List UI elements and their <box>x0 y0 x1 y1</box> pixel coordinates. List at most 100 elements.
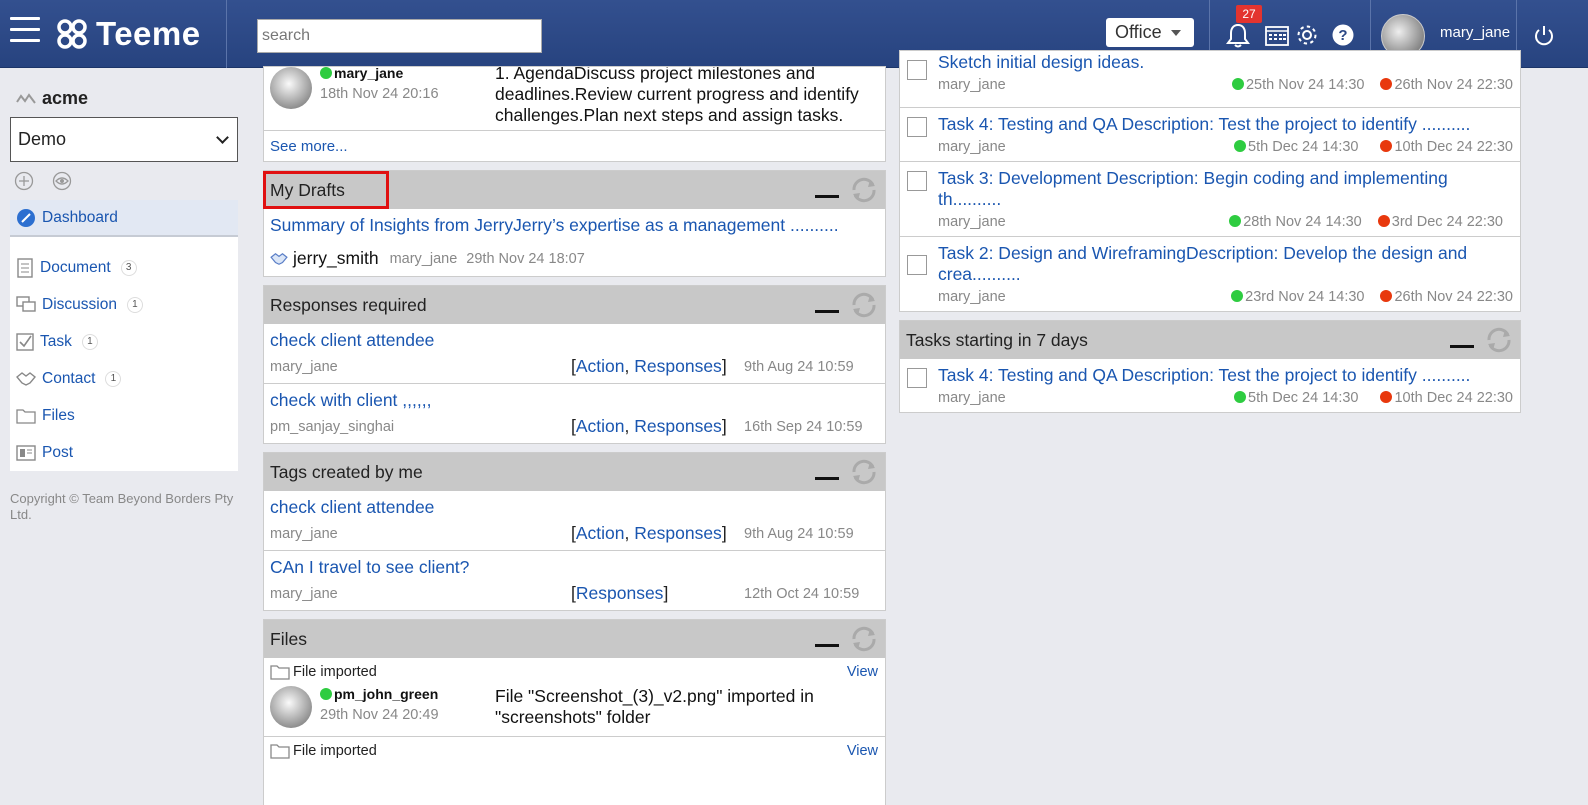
post-user[interactable]: mary_jane <box>334 67 403 81</box>
document-icon <box>17 257 33 278</box>
tag-action-link[interactable]: Action <box>576 523 625 543</box>
sidebar-item-dashboard[interactable]: Dashboard <box>10 200 238 237</box>
online-status-dot <box>320 688 332 700</box>
task-title[interactable]: Task 3: Development Description: Begin c… <box>938 168 1513 210</box>
task-title[interactable]: Task 4: Testing and QA Description: Test… <box>938 114 1513 135</box>
tag-responses-link[interactable]: Responses <box>634 416 722 436</box>
svg-text:?: ? <box>1338 27 1347 44</box>
start-dot <box>1231 290 1244 302</box>
draft-title[interactable]: Summary of Insights from JerryJerry’s ex… <box>270 215 879 236</box>
refresh-icon[interactable] <box>849 459 879 485</box>
file-entry-header: File imported View <box>270 664 879 680</box>
post-meta: mary_jane 18th Nov 24 20:16 <box>320 67 495 130</box>
task-title[interactable]: Sketch initial design ideas. <box>938 52 1513 73</box>
tag-responses-link[interactable]: Responses <box>576 583 664 603</box>
draft-contact[interactable]: jerry_smith <box>293 248 379 269</box>
panel-header: Responses required <box>264 286 885 324</box>
folder-icon <box>270 665 290 680</box>
post-avatar[interactable] <box>270 67 312 109</box>
task-row: Task 4: Testing and QA Description: Test… <box>900 359 1520 412</box>
right-column: Sketch initial design ideas. mary_jane 2… <box>899 50 1521 421</box>
task-row: Task 4: Testing and QA Description: Test… <box>900 108 1520 162</box>
header-username[interactable]: mary_jane <box>1440 24 1510 41</box>
responses-panel: Responses required check client attendee… <box>263 285 886 444</box>
tag-title[interactable]: CAn I travel to see client? <box>270 557 879 578</box>
panel-header: Tags created by me <box>264 453 885 491</box>
tag-user: mary_jane <box>270 525 338 542</box>
item-count: 1 <box>81 333 98 350</box>
response-title[interactable]: check with client ,,,,,, <box>270 390 879 411</box>
refresh-icon[interactable] <box>849 292 879 318</box>
tag-responses-link[interactable]: Responses <box>634 523 722 543</box>
see-more-link[interactable]: See more... <box>270 138 348 155</box>
task-checkbox[interactable] <box>907 117 927 137</box>
help-icon[interactable]: ? <box>1332 24 1354 46</box>
view-link[interactable]: View <box>847 664 878 680</box>
post-panel: mary_jane 18th Nov 24 20:16 1. AgendaDis… <box>263 66 886 162</box>
refresh-icon[interactable] <box>849 177 879 203</box>
workspace-select[interactable]: Demo <box>10 117 238 162</box>
minimize-icon[interactable] <box>1450 344 1474 348</box>
task-checkbox[interactable] <box>907 368 927 388</box>
folder-icon <box>270 744 290 759</box>
response-title[interactable]: check client attendee <box>270 330 879 351</box>
response-user: mary_jane <box>270 358 338 375</box>
minimize-icon[interactable] <box>815 643 839 647</box>
tag-action-link[interactable]: Action <box>576 356 625 376</box>
sidebar-item-post[interactable]: Post <box>10 434 238 471</box>
task-title[interactable]: Task 2: Design and WireframingDescriptio… <box>938 243 1513 285</box>
calendar-icon[interactable] <box>1265 24 1289 46</box>
tag-user: mary_jane <box>270 585 338 602</box>
online-status-dot <box>320 67 332 79</box>
task-title[interactable]: Task 4: Testing and QA Description: Test… <box>938 365 1513 386</box>
tag-title[interactable]: check client attendee <box>270 497 879 518</box>
caret-down-icon <box>1170 29 1181 36</box>
sidebar-item-discussion[interactable]: Discussion 1 <box>10 286 238 323</box>
draft-entry: Summary of Insights from JerryJerry’s ex… <box>264 209 885 276</box>
sidebar-item-task[interactable]: Task 1 <box>10 323 238 360</box>
task-checkbox[interactable] <box>907 60 927 80</box>
task-user: mary_jane <box>938 77 1006 93</box>
menu-icon[interactable] <box>10 17 40 47</box>
minimize-icon[interactable] <box>815 309 839 313</box>
sidebar-item-label: Discussion <box>42 295 117 313</box>
see-more-row: See more... <box>264 131 885 161</box>
office-dropdown[interactable]: Office <box>1106 18 1194 47</box>
tag-responses-link[interactable]: Responses <box>634 356 722 376</box>
task-user: mary_jane <box>938 139 1006 155</box>
end-dot <box>1377 215 1390 227</box>
tag-date: 9th Aug 24 10:59 <box>744 525 854 542</box>
start-dot <box>1229 215 1242 227</box>
my-drafts-panel: My Drafts Summary of Insights from Jerry… <box>263 170 886 277</box>
eye-icon[interactable] <box>52 171 72 191</box>
tag-action-link[interactable]: Action <box>576 416 625 436</box>
tag-tags: [Action, Responses] <box>571 523 727 543</box>
sidebar-item-files[interactable]: Files <box>10 397 238 434</box>
task-checkbox[interactable] <box>907 255 927 275</box>
chevron-down-icon <box>216 130 229 144</box>
task-checkbox[interactable] <box>907 171 927 191</box>
panel-title: Files <box>270 628 307 649</box>
sidebar-item-contact[interactable]: Contact 1 <box>10 360 238 397</box>
minimize-icon[interactable] <box>815 476 839 480</box>
view-link[interactable]: View <box>847 743 878 759</box>
refresh-icon[interactable] <box>849 626 879 652</box>
search-input[interactable] <box>257 19 542 53</box>
contact-icon <box>270 252 288 265</box>
power-icon[interactable] <box>1533 25 1555 47</box>
file-user-avatar[interactable] <box>270 686 312 728</box>
notification-badge: 27 <box>1236 5 1262 23</box>
bell-icon[interactable] <box>1226 22 1250 48</box>
gear-icon[interactable] <box>1295 23 1319 47</box>
add-icon[interactable] <box>14 171 34 191</box>
task-start: 5th Dec 24 14:30 <box>1248 390 1359 406</box>
refresh-icon[interactable] <box>1484 327 1514 353</box>
sidebar-item-document[interactable]: Document 3 <box>10 249 238 286</box>
minimize-icon[interactable] <box>815 194 839 198</box>
response-entry: check with client ,,,,,, pm_sanjay_singh… <box>264 384 885 443</box>
teeme-logo[interactable]: Teeme <box>56 14 201 54</box>
discussion-icon <box>16 295 36 312</box>
file-user[interactable]: pm_john_green <box>334 686 438 702</box>
workspace-selected: Demo <box>18 129 67 149</box>
response-meta: pm_sanjay_singhai [Action, Responses] 16… <box>270 416 879 437</box>
